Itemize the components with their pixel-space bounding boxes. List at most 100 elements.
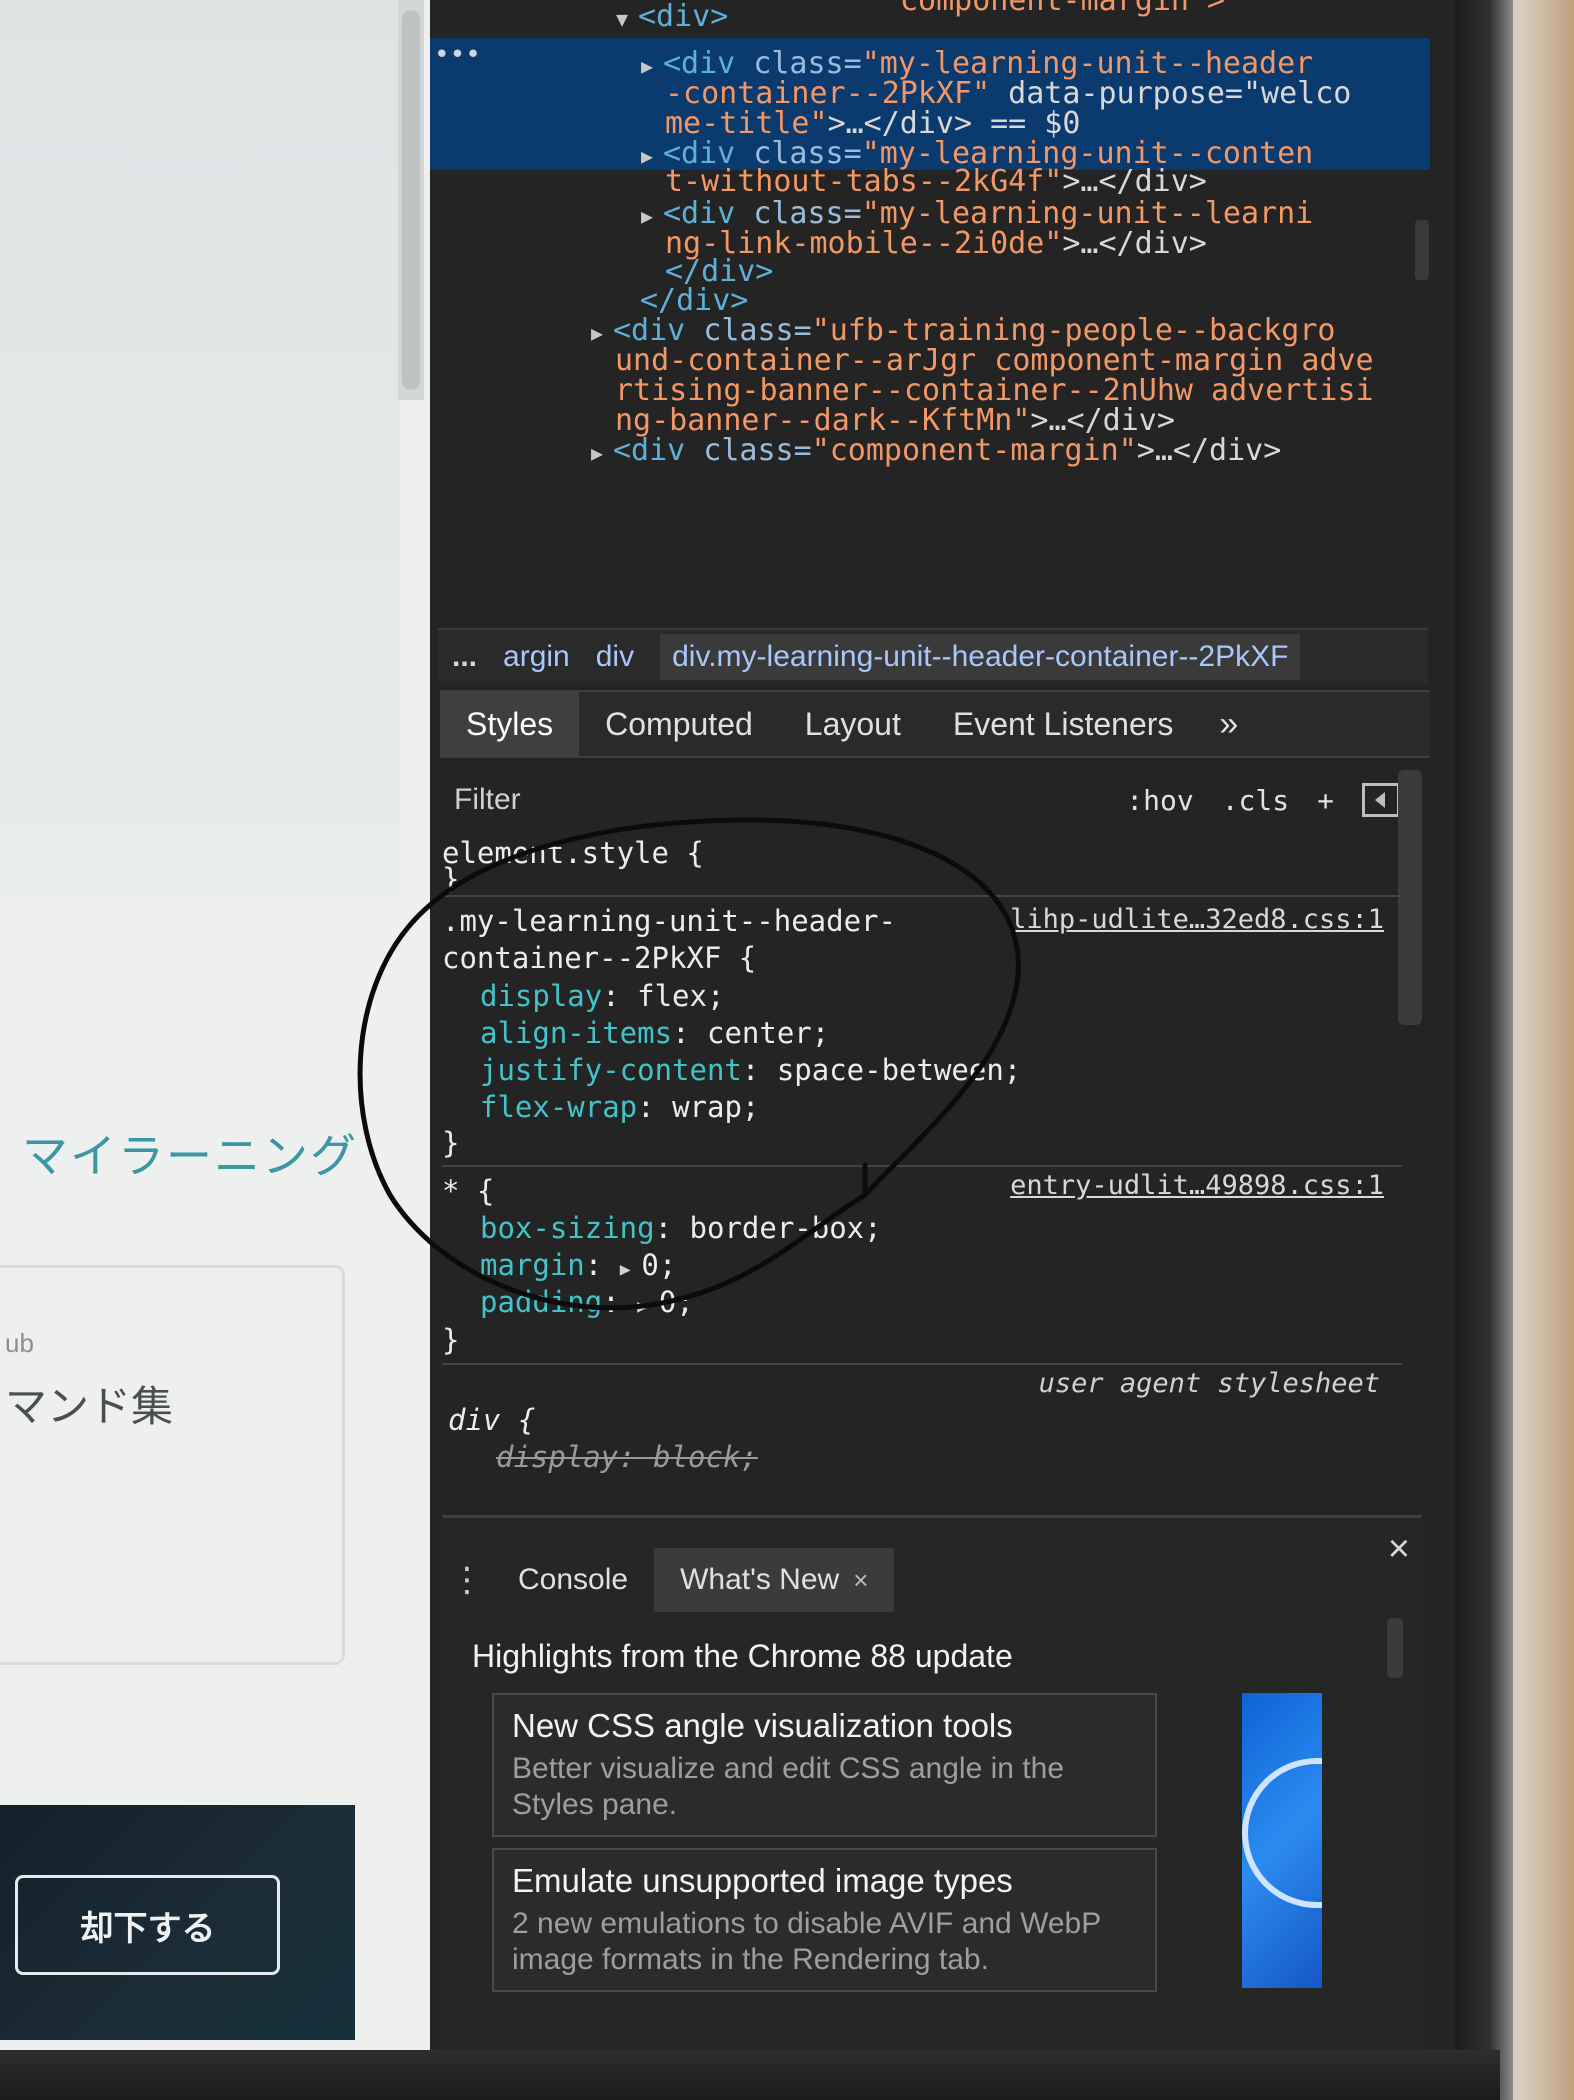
dom-rest: >…</div>: [1062, 164, 1207, 199]
css-colon: :: [602, 1285, 638, 1319]
collapsed-triangle-icon[interactable]: ▶: [641, 197, 663, 235]
breadcrumb-ellipsis[interactable]: ...: [452, 640, 477, 674]
css-property-value[interactable]: 0;: [641, 1248, 676, 1282]
tab-layout[interactable]: Layout: [779, 692, 927, 756]
css-declaration[interactable]: flex-wrap: wrap;: [480, 1089, 759, 1126]
css-property-value[interactable]: flex;: [637, 979, 724, 1013]
toggle-sidebar-icon[interactable]: [1362, 783, 1400, 817]
css-colon: :: [672, 1016, 707, 1050]
tab-styles[interactable]: Styles: [440, 692, 580, 756]
css-property-value[interactable]: center;: [707, 1016, 829, 1050]
hover-state-button[interactable]: :hov: [1126, 784, 1193, 817]
tab-whats-new[interactable]: What's New ×: [654, 1548, 895, 1612]
breadcrumb-item-margin[interactable]: argin: [503, 640, 570, 674]
collapsed-triangle-icon[interactable]: ▶: [641, 137, 663, 175]
css-property-value[interactable]: 0;: [659, 1285, 694, 1319]
dom-attr: class=: [703, 433, 812, 468]
rule2-close: }: [442, 1323, 460, 1357]
css-colon: :: [602, 979, 638, 1013]
whats-new-item[interactable]: New CSS angle visualization tools Better…: [492, 1693, 1157, 1837]
web-page: マイラーニング ub マンド集 却下する: [0, 0, 430, 2055]
css-declaration[interactable]: align-items: center;: [480, 1015, 829, 1052]
new-rule-plus-icon[interactable]: +: [1317, 784, 1334, 817]
element-style-close: }: [442, 862, 460, 896]
css-property-name[interactable]: padding: [480, 1285, 602, 1319]
page-scrollbar-thumb[interactable]: [402, 10, 420, 390]
css-property-name[interactable]: justify-content: [480, 1053, 742, 1087]
rule2-selector[interactable]: * {: [442, 1173, 494, 1210]
user-agent-label: user agent stylesheet: [1038, 1368, 1380, 1399]
whats-new-heading: Highlights from the Chrome 88 update: [472, 1638, 1013, 1674]
close-tab-icon[interactable]: ×: [853, 1565, 868, 1596]
course-card-title: マンド集: [5, 1382, 174, 1431]
breadcrumb-item-div[interactable]: div: [596, 640, 634, 674]
drawer-menu-icon[interactable]: ⋮: [442, 1548, 492, 1612]
css-property-name[interactable]: align-items: [480, 1016, 672, 1050]
expand-shorthand-icon[interactable]: ▶: [620, 1259, 642, 1280]
css-property-name[interactable]: box-sizing: [480, 1211, 655, 1245]
css-property-name[interactable]: margin: [480, 1248, 585, 1282]
reject-button[interactable]: 却下する: [15, 1875, 280, 1975]
rule1-selector-line2[interactable]: container--2PkXF {: [442, 940, 756, 977]
dom-node-line[interactable]: ▼ <div>: [616, 0, 728, 38]
collapsed-triangle-icon[interactable]: ▶: [591, 314, 613, 352]
rule1-selector-line1[interactable]: .my-learning-unit--header-: [442, 903, 896, 940]
css-property-name[interactable]: flex-wrap: [480, 1090, 637, 1124]
whats-new-item[interactable]: Emulate unsupported image types 2 new em…: [492, 1848, 1157, 1992]
dom-val: "component-margin": [811, 433, 1137, 468]
cookie-banner: 却下する: [0, 1805, 355, 2040]
collapsed-triangle-icon[interactable]: ▶: [641, 47, 663, 85]
ua-overridden-declaration[interactable]: display: block;: [496, 1439, 758, 1476]
css-property-value[interactable]: border-box;: [690, 1211, 882, 1245]
css-property-name[interactable]: display: [480, 979, 602, 1013]
page-scrollbar[interactable]: [398, 0, 424, 400]
node-menu-icon[interactable]: •••: [434, 36, 481, 74]
thumbnail-ring-shape: [1242, 1758, 1322, 1908]
dom-tag: <div>: [638, 0, 729, 34]
css-declaration[interactable]: padding: ▶ 0;: [480, 1284, 694, 1325]
rule2-source-link[interactable]: entry-udlit…49898.css:1: [1010, 1167, 1384, 1204]
css-declaration[interactable]: margin: ▶ 0;: [480, 1247, 676, 1288]
whats-new-item-desc: 2 new emulations to disable AVIF and Web…: [512, 1907, 1101, 1976]
css-colon: :: [741, 1053, 777, 1087]
monitor-bezel: [1455, 0, 1513, 2100]
breadcrumb: ... argin div div.my-learning-unit--head…: [438, 628, 1428, 683]
ua-selector[interactable]: div {: [448, 1402, 535, 1439]
dom-node-line[interactable]: ▶ <div class="component-margin">…</div>: [591, 432, 1281, 472]
course-card[interactable]: ub マンド集: [0, 1265, 345, 1665]
sidebar-tabs: Styles Computed Layout Event Listeners »: [440, 690, 1430, 758]
my-learning-title: マイラーニング: [22, 1129, 358, 1183]
tab-event-listeners[interactable]: Event Listeners: [927, 692, 1200, 756]
css-declaration[interactable]: display: flex;: [480, 978, 724, 1015]
page-hero-area: [0, 0, 400, 895]
rule1-source-link[interactable]: lihp-udlite…32ed8.css:1: [1010, 901, 1384, 938]
course-card-subtitle: ub: [5, 1328, 34, 1358]
breadcrumb-current[interactable]: div.my-learning-unit--header-container--…: [660, 633, 1301, 680]
element-style-selector[interactable]: element.style {: [442, 835, 704, 872]
css-property-value[interactable]: space-between;: [777, 1053, 1021, 1087]
css-colon: :: [637, 1090, 673, 1124]
css-colon: :: [584, 1248, 620, 1282]
expand-shorthand-icon[interactable]: ▶: [637, 1296, 659, 1317]
css-property-value[interactable]: wrap;: [672, 1090, 759, 1124]
drawer-scrollbar[interactable]: [1387, 1618, 1403, 1678]
tab-computed[interactable]: Computed: [579, 692, 779, 756]
styles-filter-bar: Filter :hov .cls +: [440, 765, 1400, 835]
collapsed-triangle-icon[interactable]: ▶: [591, 434, 613, 472]
monitor-bottom-bezel: [0, 2050, 1500, 2100]
expanded-triangle-icon[interactable]: ▼: [616, 0, 638, 38]
class-toggle-button[interactable]: .cls: [1222, 784, 1289, 817]
tab-console[interactable]: Console: [492, 1548, 654, 1612]
console-drawer: × ⋮ Console What's New × Highlights from…: [442, 1515, 1422, 2055]
filter-input[interactable]: Filter: [454, 783, 521, 817]
more-tabs-icon[interactable]: »: [1199, 692, 1258, 756]
whats-new-item-desc: Better visualize and edit CSS angle in t…: [512, 1752, 1064, 1821]
rule1-close: }: [442, 1126, 460, 1160]
css-declaration[interactable]: justify-content: space-between;: [480, 1052, 1021, 1089]
tab-whats-new-label: What's New: [680, 1563, 840, 1596]
dom-tag: <div: [613, 433, 704, 468]
css-declaration[interactable]: box-sizing: border-box;: [480, 1210, 882, 1247]
chrome-update-thumbnail: [1242, 1693, 1322, 1988]
elements-scrollbar[interactable]: [1415, 220, 1429, 280]
elements-top-fragment: component-margin">: [900, 0, 1226, 18]
